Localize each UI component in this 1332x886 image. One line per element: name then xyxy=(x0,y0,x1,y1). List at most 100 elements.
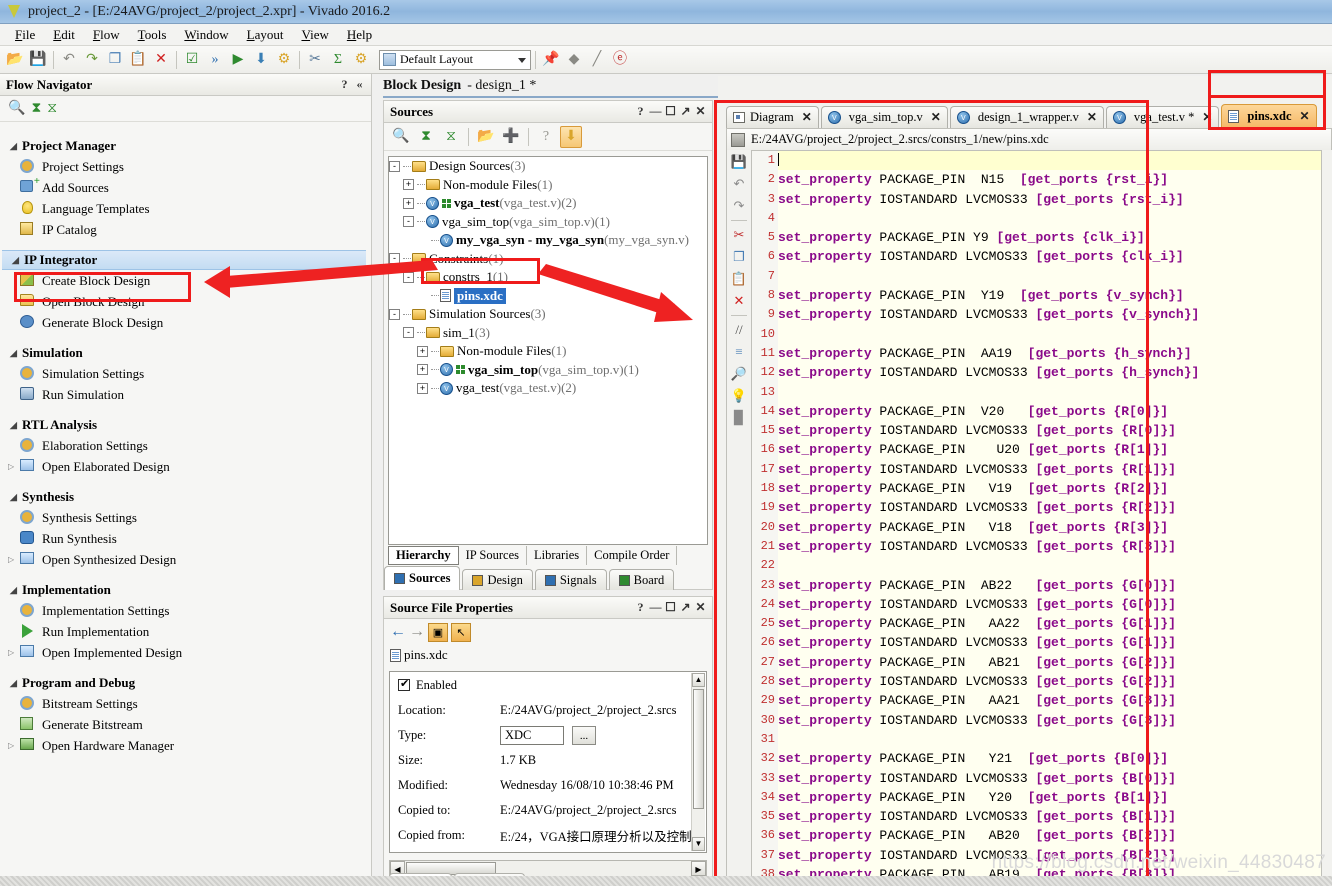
open-project-icon[interactable]: 📂 xyxy=(4,49,26,71)
save-icon[interactable] xyxy=(731,132,745,147)
redo-icon[interactable]: ↷ xyxy=(81,49,103,71)
code-line[interactable]: set_property PACKAGE_PIN V20 [get_ports … xyxy=(778,402,1321,421)
tree-node[interactable]: Vmy_vga_syn - my_vga_syn (my_vga_syn.v) xyxy=(389,231,707,250)
close-icon[interactable]: ✕ xyxy=(693,104,708,119)
code-line[interactable]: set_property IOSTANDARD LVCMOS33 [get_po… xyxy=(778,363,1321,382)
run-synthesis-icon[interactable]: » xyxy=(204,49,226,71)
menu-item-view[interactable]: View xyxy=(292,25,337,45)
flow-group-header-synthesis[interactable]: ◢ Synthesis xyxy=(0,487,371,507)
minimize-icon[interactable]: — xyxy=(648,104,663,119)
flow-item-generate-bitstream[interactable]: Generate Bitstream xyxy=(0,714,371,735)
tab-compile-order[interactable]: Compile Order xyxy=(587,546,678,565)
tab-libraries[interactable]: Libraries xyxy=(527,546,588,565)
code-line[interactable]: set_property IOSTANDARD LVCMOS33 [get_po… xyxy=(778,769,1321,788)
expand-icon[interactable]: + xyxy=(417,364,428,376)
menu-item-window[interactable]: Window xyxy=(175,25,237,45)
flow-item-implementation-settings[interactable]: Implementation Settings xyxy=(0,600,371,621)
menu-item-flow[interactable]: Flow xyxy=(84,25,129,45)
code-line[interactable]: set_property IOSTANDARD LVCMOS33 [get_po… xyxy=(778,190,1321,209)
code-line[interactable]: set_property PACKAGE_PIN N15 [get_ports … xyxy=(778,170,1321,189)
marker-icon[interactable]: ╱ xyxy=(586,49,608,71)
code-line[interactable] xyxy=(778,209,1321,228)
expand-icon[interactable]: + xyxy=(417,382,428,394)
find-icon[interactable]: 🔎 xyxy=(729,364,749,384)
flow-group-header-ip-integrator[interactable]: ◢ IP Integrator xyxy=(2,250,366,270)
code-line[interactable]: set_property IOSTANDARD LVCMOS33 [get_po… xyxy=(778,247,1321,266)
tree-node[interactable]: - constrs_1 (1) xyxy=(389,268,707,287)
code-line[interactable]: set_property PACKAGE_PIN Y9 [get_ports {… xyxy=(778,228,1321,247)
help-icon[interactable]: ? xyxy=(633,600,648,615)
tree-node[interactable]: + Vvga_sim_top (vga_sim_top.v) (1) xyxy=(389,361,707,380)
expand-icon[interactable]: + xyxy=(417,345,428,357)
scroll-up-icon[interactable]: ▲ xyxy=(692,673,705,687)
add-sources-icon[interactable]: ➕ xyxy=(500,126,522,148)
chevron-down-icon[interactable]: ◢ xyxy=(10,492,22,503)
validate-design-icon[interactable]: ☑ xyxy=(181,49,203,71)
redo-icon[interactable]: ↷ xyxy=(729,196,749,216)
flow-item-open-hardware-manager[interactable]: ▷ Open Hardware Manager xyxy=(0,735,371,756)
chevron-right-icon[interactable]: ▷ xyxy=(8,648,20,657)
chevron-down-icon[interactable]: ◢ xyxy=(10,585,22,596)
code-line[interactable]: set_property PACKAGE_PIN AB20 [get_ports… xyxy=(778,826,1321,845)
select-icon[interactable]: ↖ xyxy=(451,622,471,642)
copy-icon[interactable]: ❐ xyxy=(729,247,749,267)
collapse-icon[interactable]: - xyxy=(403,327,414,339)
flow-item-run-implementation[interactable]: Run Implementation xyxy=(0,621,371,642)
code-line[interactable]: set_property IOSTANDARD LVCMOS33 [get_po… xyxy=(778,498,1321,517)
code-line[interactable]: set_property IOSTANDARD LVCMOS33 [get_po… xyxy=(778,807,1321,826)
flow-item-project-settings[interactable]: Project Settings xyxy=(0,156,371,177)
back-icon[interactable]: ← xyxy=(390,623,406,641)
float-icon[interactable]: ↗ xyxy=(678,600,693,615)
maximize-icon[interactable]: ☐ xyxy=(663,600,678,615)
menu-item-edit[interactable]: Edit xyxy=(44,25,84,45)
type-field[interactable]: XDC xyxy=(500,726,564,745)
paste-icon[interactable]: 📋 xyxy=(729,269,749,289)
collapse-icon[interactable]: - xyxy=(403,271,414,283)
chevron-right-icon[interactable]: ▷ xyxy=(8,555,20,564)
code-line[interactable]: set_property IOSTANDARD LVCMOS33 [get_po… xyxy=(778,595,1321,614)
search-icon[interactable]: 🔍 xyxy=(390,126,412,148)
flow-group-header-program-and-debug[interactable]: ◢ Program and Debug xyxy=(0,673,371,693)
properties-icon[interactable]: ▣ xyxy=(428,622,448,642)
enabled-row[interactable]: Enabled xyxy=(390,672,706,698)
delete-icon[interactable]: ✕ xyxy=(150,49,172,71)
help-icon[interactable]: ? xyxy=(535,126,557,148)
close-icon[interactable]: ✕ xyxy=(1202,110,1212,125)
code-line[interactable]: set_property PACKAGE_PIN AA19 [get_ports… xyxy=(778,344,1321,363)
editor-tab-vga-sim-top-v[interactable]: Vvga_sim_top.v ✕ xyxy=(820,106,948,128)
flow-group-header-implementation[interactable]: ◢ Implementation xyxy=(0,580,371,600)
language-icon[interactable]: ⓔ xyxy=(609,49,631,71)
sources-tree[interactable]: - Design Sources (3) + Non-module Files (1)… xyxy=(388,156,708,545)
scroll-down-icon[interactable]: ▼ xyxy=(692,837,705,851)
run-implementation-icon[interactable]: ▶ xyxy=(227,49,249,71)
collapse-icon[interactable]: - xyxy=(403,216,414,228)
menu-item-layout[interactable]: Layout xyxy=(238,25,293,45)
tree-node[interactable]: pins.xdc xyxy=(389,287,707,306)
close-icon[interactable]: ✕ xyxy=(1300,109,1310,124)
flow-item-open-synthesized-design[interactable]: ▷ Open Synthesized Design xyxy=(0,549,371,570)
flow-item-ip-catalog[interactable]: IP Catalog xyxy=(0,219,371,240)
flow-item-open-elaborated-design[interactable]: ▷ Open Elaborated Design xyxy=(0,456,371,477)
flow-item-add-sources[interactable]: Add Sources xyxy=(0,177,371,198)
tree-node[interactable]: - Design Sources (3) xyxy=(389,157,707,176)
tree-node[interactable]: - sim_1 (3) xyxy=(389,324,707,343)
flow-item-synthesis-settings[interactable]: Synthesis Settings xyxy=(0,507,371,528)
menu-item-help[interactable]: Help xyxy=(338,25,381,45)
tab-hierarchy[interactable]: Hierarchy xyxy=(388,546,459,565)
chevron-down-icon[interactable]: ◢ xyxy=(12,255,24,266)
save-icon[interactable]: 💾 xyxy=(729,152,749,172)
code-line[interactable]: set_property IOSTANDARD LVCMOS33 [get_po… xyxy=(778,537,1321,556)
help-icon[interactable]: ? xyxy=(633,104,648,119)
paste-icon[interactable]: 📋 xyxy=(127,49,149,71)
flow-item-create-block-design[interactable]: Create Block Design xyxy=(0,270,371,291)
help-icon[interactable]: ? xyxy=(337,77,352,92)
code-line[interactable]: set_property PACKAGE_PIN V18 [get_ports … xyxy=(778,518,1321,537)
tree-node[interactable]: + Non-module Files (1) xyxy=(389,176,707,195)
collapse-icon[interactable]: - xyxy=(389,160,400,172)
flow-item-bitstream-settings[interactable]: Bitstream Settings xyxy=(0,693,371,714)
flow-item-open-implemented-design[interactable]: ▷ Open Implemented Design xyxy=(0,642,371,663)
tree-node[interactable]: + Non-module Files (1) xyxy=(389,342,707,361)
code-line[interactable]: set_property IOSTANDARD LVCMOS33 [get_po… xyxy=(778,460,1321,479)
expand-all-icon[interactable]: ⧖ xyxy=(47,101,57,117)
chevron-down-icon[interactable]: ◢ xyxy=(10,348,22,359)
